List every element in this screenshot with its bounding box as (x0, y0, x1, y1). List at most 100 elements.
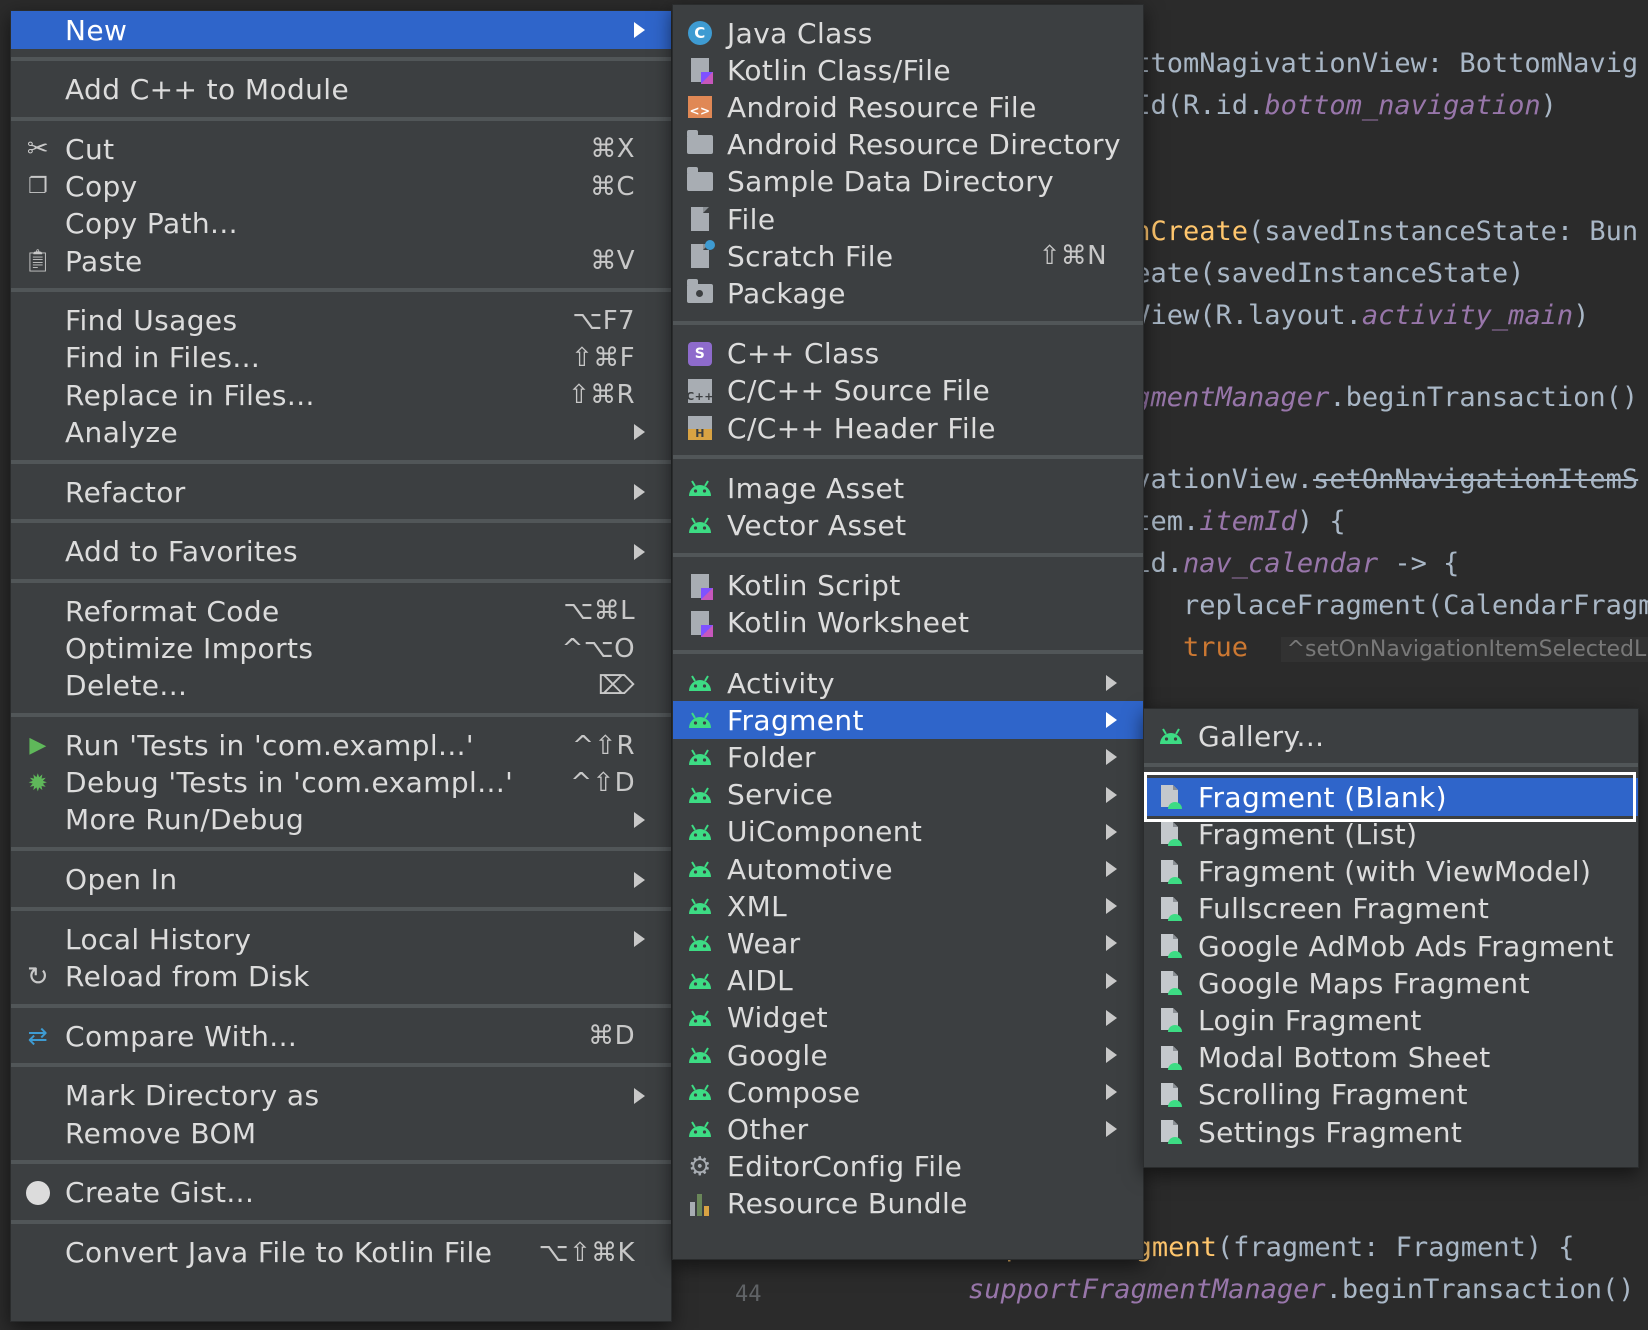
menu-item-resource-bundle[interactable]: Resource Bundle (673, 1185, 1143, 1223)
menu-item-optimize-imports[interactable]: Optimize Imports ^⌥O (11, 630, 671, 668)
menu-item-android-resource-file[interactable]: <> Android Resource File (673, 88, 1143, 126)
copy-icon: ❐ (27, 174, 49, 200)
menu-item-aidl[interactable]: AIDL (673, 962, 1143, 1000)
menu-item-analyze[interactable]: Analyze (11, 413, 671, 451)
menu-item-sample-data-directory[interactable]: Sample Data Directory (673, 163, 1143, 201)
menu-item-label: Kotlin Worksheet (727, 606, 970, 640)
submenu-arrow-icon (1106, 1047, 1117, 1063)
menu-item-login-fragment[interactable]: Login Fragment (1144, 1001, 1638, 1039)
menu-item-debug-tests-in-com-exampl[interactable]: ✹ Debug 'Tests in 'com.exampl...' ^⇧D (11, 764, 671, 802)
menu-item-service[interactable]: Service (673, 776, 1143, 814)
menu-item-replace-in-files[interactable]: Replace in Files... ⇧⌘R (11, 376, 671, 414)
menu-item-google[interactable]: Google (673, 1036, 1143, 1074)
menu-item-c-class[interactable]: S C++ Class (673, 335, 1143, 373)
code-token: ) (1573, 300, 1590, 331)
run-icon: ▶ (29, 733, 47, 758)
resource-file-icon: <> (685, 92, 715, 122)
android-icon (685, 780, 715, 810)
menu-separator (1144, 763, 1638, 768)
submenu-arrow-icon (634, 871, 645, 888)
submenu-arrow-icon (634, 1087, 645, 1104)
menu-item-convert-java-file-to-kotlin-file[interactable]: Convert Java File to Kotlin File ⌥⇧⌘K (11, 1234, 671, 1272)
menu-item-package[interactable]: Package (673, 274, 1143, 312)
menu-item-image-asset[interactable]: Image Asset (673, 469, 1143, 507)
menu-item-paste[interactable]: 📋︎ Paste ⌘V (11, 242, 671, 280)
menu-item-wear[interactable]: Wear (673, 924, 1143, 962)
menu-item-new[interactable]: New (11, 11, 671, 49)
menu-item-label: Delete... (65, 669, 188, 703)
menu-item-google-maps-fragment[interactable]: Google Maps Fragment (1144, 964, 1638, 1002)
menu-item-other[interactable]: Other (673, 1110, 1143, 1148)
menu-item-find-usages[interactable]: Find Usages ⌥F7 (11, 302, 671, 340)
menu-item-refactor[interactable]: Refactor (11, 473, 671, 511)
menu-item-fragment-with-viewmodel[interactable]: Fragment (with ViewModel) (1144, 853, 1638, 891)
menu-item-c-c-header-file[interactable]: H C/C++ Header File (673, 409, 1143, 447)
menu-item-scrolling-fragment[interactable]: Scrolling Fragment (1144, 1076, 1638, 1114)
menu-item-add-to-favorites[interactable]: Add to Favorites (11, 533, 671, 571)
menu-item-modal-bottom-sheet[interactable]: Modal Bottom Sheet (1144, 1039, 1638, 1077)
menu-item-label: Android Resource File (727, 90, 1037, 124)
android-icon (685, 705, 715, 735)
menu-item-add-c-to-module[interactable]: Add C++ to Module (11, 71, 671, 109)
menu-item-uicomponent[interactable]: UiComponent (673, 813, 1143, 851)
menu-item-open-in[interactable]: Open In (11, 861, 671, 899)
menu-item-automotive[interactable]: Automotive (673, 850, 1143, 888)
menu-separator (11, 1220, 671, 1224)
menu-item-file[interactable]: File (673, 200, 1143, 238)
menu-item-copy[interactable]: ❐ Copy ⌘C (11, 168, 671, 206)
menu-item-google-admob-ads-fragment[interactable]: Google AdMob Ads Fragment (1144, 927, 1638, 965)
menu-item-cut[interactable]: ✂ Cut ⌘X (11, 130, 671, 168)
code-token: replaceFragment(CalendarFragm (1118, 590, 1648, 621)
code-token: ^setOnNavigationItemSelectedLi (1280, 637, 1648, 662)
android-icon (685, 854, 715, 884)
menu-item-run-tests-in-com-exampl[interactable]: ▶ Run 'Tests in 'com.exampl...' ^⇧R (11, 727, 671, 765)
menu-item-settings-fragment[interactable]: Settings Fragment (1144, 1113, 1638, 1151)
menu-separator (11, 116, 671, 121)
menu-item-vector-asset[interactable]: Vector Asset (673, 506, 1143, 544)
menu-item-kotlin-script[interactable]: Kotlin Script (673, 567, 1143, 605)
menu-item-delete[interactable]: Delete... ⌦ (11, 667, 671, 705)
code-token: ivationView. (1118, 464, 1314, 495)
menu-item-compose[interactable]: Compose (673, 1073, 1143, 1111)
menu-item-create-gist[interactable]: Create Gist... (11, 1174, 671, 1212)
menu-item-kotlin-worksheet[interactable]: Kotlin Worksheet (673, 604, 1143, 642)
menu-item-editorconfig-file[interactable]: ⚙ EditorConfig File (673, 1148, 1143, 1186)
menu-item-label: Automotive (727, 852, 893, 886)
menu-item-label: File (727, 202, 776, 236)
android-icon (685, 473, 715, 503)
menu-item-label: Login Fragment (1198, 1003, 1422, 1037)
menu-item-compare-with[interactable]: ⇄ Compare With... ⌘D (11, 1017, 671, 1055)
menu-item-mark-directory-as[interactable]: Mark Directory as (11, 1077, 671, 1115)
menu-item-shortcut: ⌥F7 (572, 305, 635, 336)
menu-item-widget[interactable]: Widget (673, 999, 1143, 1037)
menu-item-folder[interactable]: Folder (673, 738, 1143, 776)
menu-item-gallery[interactable]: Gallery... (1144, 717, 1638, 755)
menu-item-fragment-list[interactable]: Fragment (List) (1144, 815, 1638, 853)
menu-item-reformat-code[interactable]: Reformat Code ⌥⌘L (11, 592, 671, 630)
menu-item-fullscreen-fragment[interactable]: Fullscreen Fragment (1144, 890, 1638, 928)
cpp-header-icon: H (685, 413, 715, 443)
menu-item-kotlin-class-file[interactable]: Kotlin Class/File (673, 51, 1143, 89)
menu-item-reload-from-disk[interactable]: ↻ Reload from Disk (11, 958, 671, 996)
scissors-icon: ✂ (26, 134, 50, 165)
menu-item-activity[interactable]: Activity (673, 664, 1143, 702)
menu-item-android-resource-directory[interactable]: Android Resource Directory (673, 126, 1143, 164)
gear-icon: ⚙ (688, 1151, 712, 1182)
menu-item-scratch-file[interactable]: Scratch File ⇧⌘N (673, 237, 1143, 275)
menu-item-label: More Run/Debug (65, 803, 305, 837)
menu-item-c-c-source-file[interactable]: C++ C/C++ Source File (673, 372, 1143, 410)
java-class-icon: C (685, 18, 715, 48)
menu-item-java-class[interactable]: C Java Class (673, 14, 1143, 52)
clipboard-icon: 📋︎ (23, 248, 53, 274)
menu-item-fragment-blank[interactable]: Fragment (Blank) (1144, 778, 1638, 817)
menu-item-shortcut: ⌥⌘L (563, 596, 635, 627)
menu-item-find-in-files[interactable]: Find in Files... ⇧⌘F (11, 339, 671, 377)
menu-item-fragment[interactable]: Fragment (673, 701, 1143, 740)
menu-item-local-history[interactable]: Local History (11, 920, 671, 958)
menu-item-remove-bom[interactable]: Remove BOM (11, 1114, 671, 1152)
menu-item-label: Kotlin Script (727, 569, 901, 603)
menu-item-more-run-debug[interactable]: More Run/Debug (11, 801, 671, 839)
menu-item-copy-path[interactable]: Copy Path... (11, 205, 671, 243)
menu-item-xml[interactable]: XML (673, 887, 1143, 925)
